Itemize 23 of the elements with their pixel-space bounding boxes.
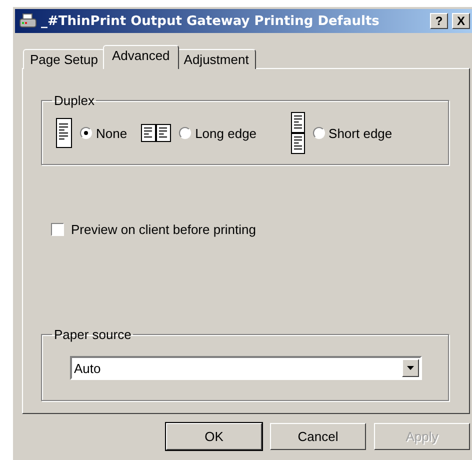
paper-source-dropdown[interactable]: Auto bbox=[70, 356, 422, 380]
tab[interactable]: Page Setup bbox=[23, 49, 105, 69]
radio-button[interactable] bbox=[80, 127, 92, 139]
radio-label: Short edge bbox=[328, 126, 392, 140]
tab[interactable]: Advanced bbox=[102, 45, 179, 69]
help-button[interactable]: ? bbox=[430, 13, 448, 29]
radio-button[interactable] bbox=[312, 127, 325, 139]
side-by-side-pages-icon bbox=[141, 124, 172, 142]
single-page-icon bbox=[56, 118, 72, 148]
stacked-pages-icon bbox=[290, 112, 305, 154]
dialog-button[interactable]: Cancel bbox=[270, 423, 366, 450]
checkbox-label: Preview on client before printing bbox=[71, 222, 256, 237]
dialog-button[interactable]: OK bbox=[166, 423, 262, 450]
radio-label: Long edge bbox=[195, 126, 257, 140]
window-title: _#ThinPrint Output Gateway Printing Defaults bbox=[41, 14, 380, 28]
group-label: Paper source bbox=[53, 327, 132, 342]
radio-button[interactable] bbox=[179, 127, 192, 139]
group-label: Duplex bbox=[53, 93, 96, 108]
tab[interactable]: Adjustment bbox=[176, 49, 256, 69]
printer-icon bbox=[19, 13, 37, 29]
close-button[interactable]: X bbox=[452, 13, 470, 29]
radio-label: None bbox=[96, 126, 128, 140]
checkbox[interactable] bbox=[51, 223, 64, 236]
